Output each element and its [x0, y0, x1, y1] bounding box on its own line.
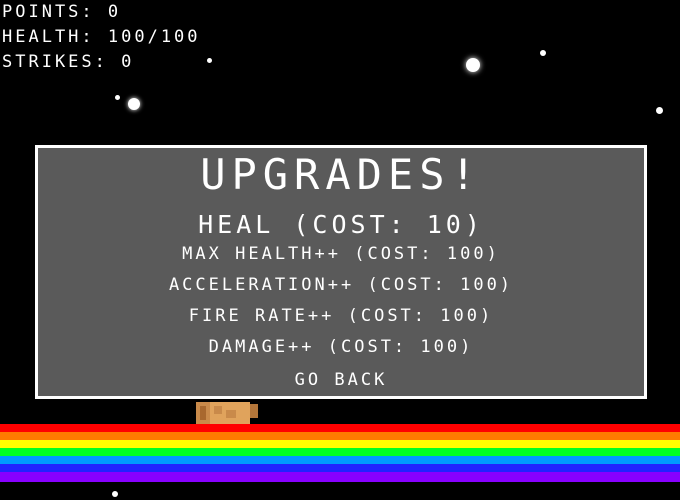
star — [540, 50, 546, 56]
star — [656, 107, 663, 114]
upgrades-panel: UPGRADES! HEAL (COST: 10) MAX HEALTH++ (… — [35, 145, 647, 399]
points-readout: POINTS: 0 — [2, 2, 122, 22]
fire-rate-upgrade-button[interactable]: FIRE RATE++ (COST: 100) — [38, 306, 644, 326]
acceleration-upgrade-button[interactable]: ACCELERATION++ (COST: 100) — [38, 275, 644, 295]
game-screen: POINTS: 0 HEALTH: 100/100 STRIKES: 0 UPG… — [0, 0, 680, 500]
star — [466, 58, 480, 72]
heal-upgrade-button[interactable]: HEAL (COST: 10) — [38, 210, 644, 239]
star — [115, 95, 120, 100]
rainbow-trail — [0, 424, 680, 482]
health-readout: HEALTH: 100/100 — [2, 27, 201, 47]
star — [112, 491, 118, 497]
hud: POINTS: 0 HEALTH: 100/100 STRIKES: 0 — [2, 0, 201, 75]
strikes-readout: STRIKES: 0 — [2, 52, 135, 72]
go-back-button[interactable]: GO BACK — [38, 370, 644, 390]
damage-upgrade-button[interactable]: DAMAGE++ (COST: 100) — [38, 337, 644, 357]
star — [207, 58, 212, 63]
max-health-upgrade-button[interactable]: MAX HEALTH++ (COST: 100) — [38, 244, 644, 264]
player-ship — [196, 402, 258, 424]
star — [128, 98, 140, 110]
upgrades-title: UPGRADES! — [200, 150, 482, 199]
